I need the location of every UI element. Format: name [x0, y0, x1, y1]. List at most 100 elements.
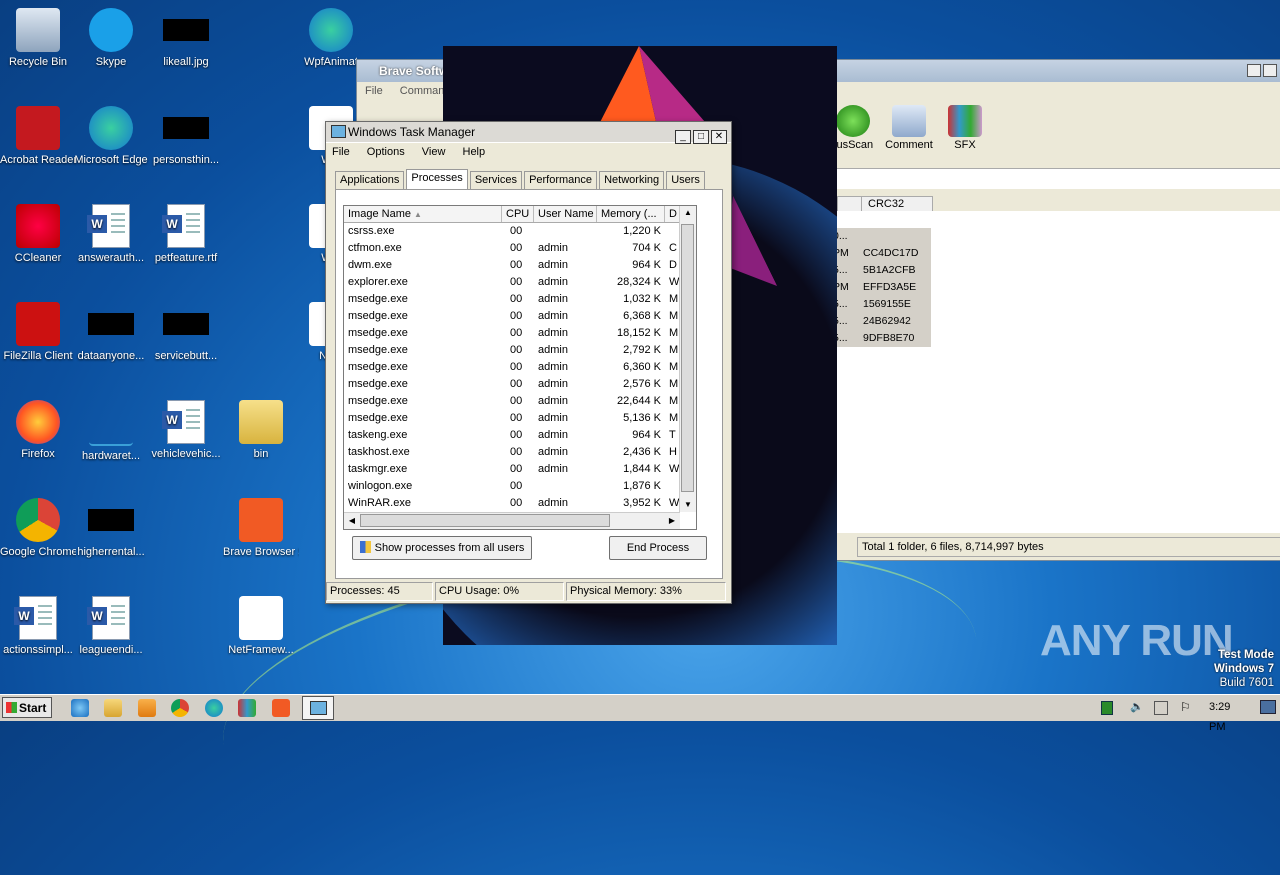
- desktop-icon[interactable]: NetFramew...: [223, 596, 299, 657]
- table-row[interactable]: ctfmon.exe 00 admin 704 KC: [344, 240, 696, 257]
- desktop-icon[interactable]: FileZilla Client: [0, 302, 76, 363]
- table-row[interactable]: msedge.exe 00 admin 5,136 KM: [344, 410, 696, 427]
- start-button[interactable]: Start: [2, 697, 52, 718]
- list-item[interactable]: 5... 1569155E: [833, 296, 931, 313]
- table-row[interactable]: msedge.exe 00 admin 22,644 KM: [344, 393, 696, 410]
- menu-view[interactable]: View: [422, 146, 446, 158]
- table-row[interactable]: taskmgr.exe 00 admin 1,844 KW: [344, 461, 696, 478]
- desktop-icon[interactable]: Wpetfeature.rtf: [148, 204, 224, 265]
- tab-applications[interactable]: Applications: [335, 171, 405, 189]
- desktop-icon[interactable]: higherrental...: [73, 498, 149, 559]
- list-item[interactable]: PM CC4DC17D: [833, 245, 931, 262]
- comment-button[interactable]: Comment: [879, 105, 939, 151]
- speaker-icon[interactable]: 🔈: [1130, 701, 1144, 713]
- desktop-icon[interactable]: Wvehiclevehic...: [148, 400, 224, 461]
- maximize-icon[interactable]: [1263, 64, 1277, 77]
- desktop-icon[interactable]: likeall.jpg: [148, 8, 224, 69]
- desktop-icon[interactable]: Wleagueendi...: [73, 596, 149, 657]
- chrome-icon[interactable]: [171, 699, 189, 717]
- column-memory[interactable]: Memory (...: [597, 206, 665, 222]
- maximize-icon[interactable]: □: [693, 130, 709, 144]
- desktop-icon[interactable]: Skype: [73, 8, 149, 69]
- column-user-name[interactable]: User Name: [534, 206, 597, 222]
- crc32-column-header[interactable]: CRC32: [861, 196, 933, 212]
- table-row[interactable]: WinRAR.exe 00 admin 3,952 KW: [344, 495, 696, 512]
- action-center-flag-icon[interactable]: ⚐: [1180, 700, 1191, 714]
- table-row[interactable]: msedge.exe 00 admin 18,152 KM: [344, 325, 696, 342]
- desktop-icon[interactable]: bin: [223, 400, 299, 461]
- winrar-window-buttons[interactable]: [1245, 64, 1277, 80]
- task-manager-icon: [310, 701, 327, 715]
- task-manager-window[interactable]: Windows Task Manager _ □ ✕ File Options Vi…: [325, 121, 732, 604]
- list-item[interactable]: 5... 5B1A2CFB: [833, 262, 931, 279]
- vertical-scrollbar[interactable]: ▲ ▼: [679, 206, 696, 512]
- brave-icon[interactable]: [272, 699, 290, 717]
- list-item[interactable]: PM EFFD3A5E: [833, 279, 931, 296]
- winrar-icon[interactable]: [238, 699, 256, 717]
- desktop-icon[interactable]: Google Chrome: [0, 498, 76, 559]
- desktop-icon[interactable]: Wactionssimpl...: [0, 596, 76, 657]
- desktop-icon[interactable]: Acrobat Reader DC: [0, 106, 76, 167]
- list-item[interactable]: 5... 24B62942: [833, 313, 931, 330]
- tab-services[interactable]: Services: [469, 171, 522, 189]
- winrar-menu-file[interactable]: File: [365, 85, 383, 97]
- table-row[interactable]: dwm.exe 00 admin 964 KD: [344, 257, 696, 274]
- desktop-icon[interactable]: personsthin...: [148, 106, 224, 167]
- taskbar-task-manager[interactable]: [302, 696, 334, 720]
- table-row[interactable]: msedge.exe 00 admin 6,368 KM: [344, 308, 696, 325]
- desktop-icon[interactable]: Firefox: [0, 400, 76, 461]
- desktop-icon[interactable]: Wanswerauth...: [73, 204, 149, 265]
- desktop-icon[interactable]: servicebutt...: [148, 302, 224, 363]
- show-all-processes-button[interactable]: Show processes from all users: [352, 536, 532, 560]
- close-icon[interactable]: ✕: [711, 130, 727, 144]
- explorer-icon[interactable]: [104, 699, 122, 717]
- scroll-down-icon[interactable]: ▼: [681, 498, 695, 512]
- menu-file[interactable]: File: [332, 146, 350, 158]
- table-row[interactable]: msedge.exe 00 admin 2,792 KM: [344, 342, 696, 359]
- scroll-left-icon[interactable]: ◀: [345, 514, 359, 528]
- column-cpu[interactable]: CPU: [502, 206, 534, 222]
- sfx-button[interactable]: SFX: [935, 105, 995, 151]
- desktop-icon[interactable]: Microsoft Edge: [73, 106, 149, 167]
- desktop-icon[interactable]: Recycle Bin: [0, 8, 76, 69]
- table-row[interactable]: msedge.exe 00 admin 1,032 KM: [344, 291, 696, 308]
- table-row[interactable]: csrss.exe 00 1,220 K: [344, 223, 696, 240]
- scroll-right-icon[interactable]: ▶: [665, 514, 679, 528]
- horizontal-scroll-thumb[interactable]: [360, 514, 610, 527]
- desktop-icon[interactable]: Brave Browser Setup.exe: [223, 498, 299, 559]
- edge-icon[interactable]: [205, 699, 223, 717]
- menu-options[interactable]: Options: [367, 146, 405, 158]
- task-manager-titlebar[interactable]: Windows Task Manager _ □ ✕: [326, 122, 731, 144]
- scroll-up-icon[interactable]: ▲: [681, 206, 695, 220]
- tab-users[interactable]: Users: [666, 171, 705, 189]
- tab-networking[interactable]: Networking: [599, 171, 665, 189]
- process-list[interactable]: Image Name ▲ CPU User Name Memory (... D…: [343, 205, 697, 530]
- desktop-icon[interactable]: hardwaret...: [73, 400, 149, 463]
- vertical-scroll-thumb[interactable]: [681, 224, 694, 492]
- table-row[interactable]: winlogon.exe 00 1,876 K: [344, 478, 696, 495]
- end-process-button[interactable]: End Process: [609, 536, 707, 560]
- minimize-icon[interactable]: _: [675, 130, 691, 144]
- list-item[interactable]: 0...: [833, 228, 931, 245]
- taskbar-clock[interactable]: 3:29 PM: [1209, 697, 1249, 737]
- table-row[interactable]: explorer.exe 00 admin 28,324 KW: [344, 274, 696, 291]
- media-player-icon[interactable]: [138, 699, 156, 717]
- menu-help[interactable]: Help: [463, 146, 486, 158]
- usb-icon[interactable]: [1154, 701, 1168, 715]
- network-icon[interactable]: [1101, 701, 1113, 715]
- column-image-name[interactable]: Image Name ▲: [344, 206, 502, 222]
- tab-processes[interactable]: Processes: [406, 169, 468, 189]
- table-row[interactable]: taskeng.exe 00 admin 964 KT: [344, 427, 696, 444]
- desktop-icon[interactable]: CCleaner: [0, 204, 76, 265]
- horizontal-scrollbar[interactable]: ◀ ▶: [344, 512, 680, 529]
- desktop-icon[interactable]: dataanyone...: [73, 302, 149, 363]
- table-row[interactable]: taskhost.exe 00 admin 2,436 KH: [344, 444, 696, 461]
- minimize-icon[interactable]: [1247, 64, 1261, 77]
- table-row[interactable]: msedge.exe 00 admin 2,576 KM: [344, 376, 696, 393]
- show-desktop-icon[interactable]: [1260, 700, 1276, 714]
- winrar-path-bar[interactable]: [837, 168, 1280, 189]
- list-item[interactable]: 5... 9DFB8E70: [833, 330, 931, 347]
- internet-explorer-icon[interactable]: [71, 699, 89, 717]
- table-row[interactable]: msedge.exe 00 admin 6,360 KM: [344, 359, 696, 376]
- tab-performance[interactable]: Performance: [524, 171, 598, 189]
